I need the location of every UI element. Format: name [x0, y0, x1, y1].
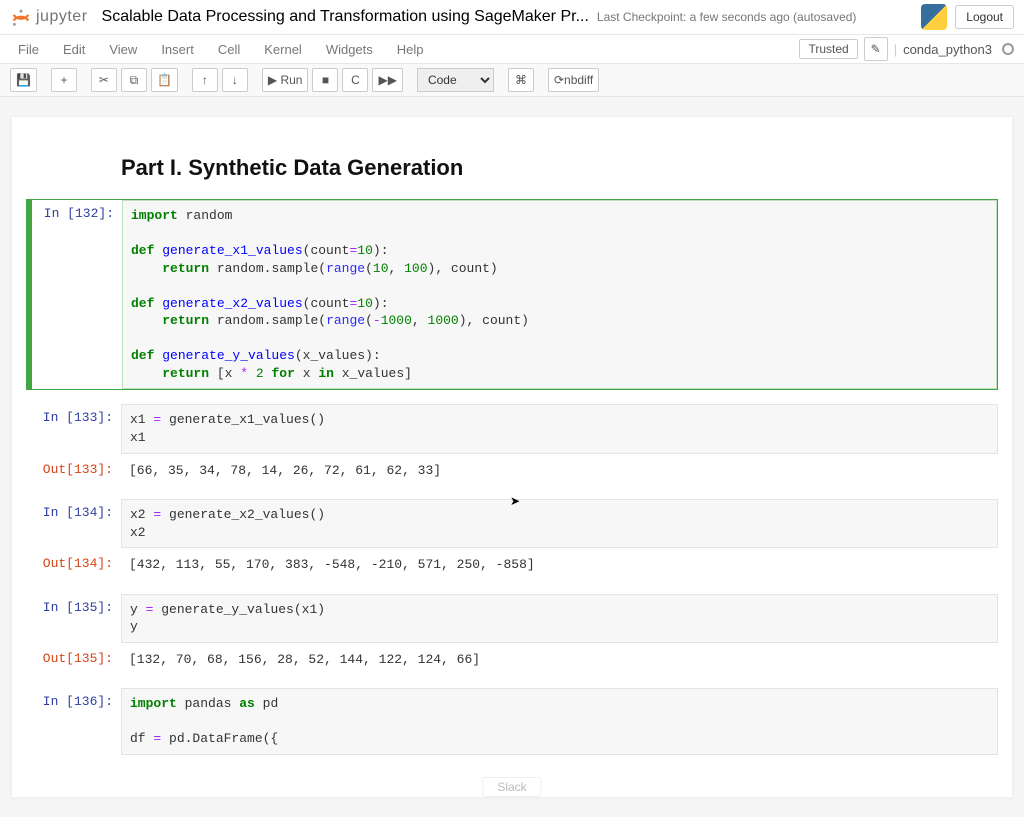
- output-cell: Out[135]:[132, 70, 68, 156, 28, 52, 144,…: [26, 645, 998, 675]
- header-bar: jupyter Scalable Data Processing and Tra…: [0, 0, 1024, 35]
- code-input[interactable]: x2 = generate_x2_values() x2: [121, 499, 998, 548]
- menu-cell[interactable]: Cell: [218, 42, 240, 57]
- code-input[interactable]: import random def generate_x1_values(cou…: [122, 200, 997, 389]
- move-up-button[interactable]: ↑: [192, 68, 218, 92]
- menu-insert[interactable]: Insert: [161, 42, 194, 57]
- output-text: [66, 35, 34, 78, 14, 26, 72, 61, 62, 33]: [121, 456, 998, 486]
- checkpoint-text: Last Checkpoint: a few seconds ago: [597, 10, 790, 24]
- trusted-badge[interactable]: Trusted: [799, 39, 857, 59]
- in-prompt: In [132]:: [32, 200, 122, 389]
- checkpoint-info: Last Checkpoint: a few seconds ago (auto…: [597, 10, 857, 24]
- code-cell[interactable]: In [136]:import pandas as pd df = pd.Dat…: [26, 688, 998, 755]
- header-right: Logout: [921, 4, 1014, 30]
- menu-edit[interactable]: Edit: [63, 42, 85, 57]
- jupyter-logo[interactable]: jupyter: [10, 6, 96, 28]
- output-cell: Out[134]:[432, 113, 55, 170, 383, -548, …: [26, 550, 998, 580]
- kernel-name[interactable]: conda_python3: [903, 42, 996, 57]
- save-button[interactable]: 💾: [10, 68, 37, 92]
- out-prompt: Out[135]:: [31, 645, 121, 675]
- in-prompt: In [136]:: [31, 688, 121, 755]
- notebook-title[interactable]: Scalable Data Processing and Transformat…: [102, 8, 589, 26]
- nbdiff-label: nbdiff: [564, 73, 593, 87]
- add-cell-button[interactable]: +: [51, 68, 77, 92]
- nbdiff-button[interactable]: ⟳ nbdiff: [548, 68, 599, 92]
- menu-help[interactable]: Help: [397, 42, 424, 57]
- markdown-heading: Part I. Synthetic Data Generation: [121, 155, 998, 181]
- menu-widgets[interactable]: Widgets: [326, 42, 373, 57]
- paste-button[interactable]: 📋: [151, 68, 178, 92]
- cut-button[interactable]: ✂: [91, 68, 117, 92]
- move-down-button[interactable]: ↓: [222, 68, 248, 92]
- restart-button[interactable]: C: [342, 68, 368, 92]
- menu-view[interactable]: View: [109, 42, 137, 57]
- in-prompt: In [135]:: [31, 594, 121, 643]
- jupyter-logo-text: jupyter: [36, 8, 88, 26]
- restart-run-all-button[interactable]: ▶▶: [372, 68, 402, 92]
- out-prompt: Out[134]:: [31, 550, 121, 580]
- menu-file[interactable]: File: [18, 42, 39, 57]
- in-prompt: In [134]:: [31, 499, 121, 548]
- slack-overlay: Slack: [482, 777, 541, 797]
- jupyter-icon: [10, 6, 32, 28]
- code-cell[interactable]: In [132]:import random def generate_x1_v…: [26, 199, 998, 390]
- edit-metadata-icon[interactable]: ✎: [864, 37, 888, 61]
- code-input[interactable]: x1 = generate_x1_values() x1: [121, 404, 998, 453]
- kernel-idle-icon: [1002, 43, 1014, 55]
- output-text: [432, 113, 55, 170, 383, -548, -210, 571…: [121, 550, 998, 580]
- python-icon: [921, 4, 947, 30]
- code-cell[interactable]: In [133]:x1 = generate_x1_values() x1: [26, 404, 998, 453]
- celltype-select[interactable]: Code: [417, 68, 494, 92]
- output-text: [132, 70, 68, 156, 28, 52, 144, 122, 124…: [121, 645, 998, 675]
- run-button[interactable]: ▶ Run: [262, 68, 309, 92]
- menubar: File Edit View Insert Cell Kernel Widget…: [0, 35, 1024, 64]
- command-palette-button[interactable]: ⌘: [508, 68, 534, 92]
- copy-button[interactable]: ⧉: [121, 68, 147, 92]
- code-input[interactable]: import pandas as pd df = pd.DataFrame({: [121, 688, 998, 755]
- out-prompt: Out[133]:: [31, 456, 121, 486]
- logout-button[interactable]: Logout: [955, 5, 1014, 29]
- menu-kernel[interactable]: Kernel: [264, 42, 302, 57]
- interrupt-button[interactable]: ■: [312, 68, 338, 92]
- notebook-container: Part I. Synthetic Data Generation In [13…: [0, 97, 1024, 817]
- output-cell: Out[133]:[66, 35, 34, 78, 14, 26, 72, 61…: [26, 456, 998, 486]
- code-cell[interactable]: In [134]:x2 = generate_x2_values() x2: [26, 499, 998, 548]
- menu-list: File Edit View Insert Cell Kernel Widget…: [10, 38, 432, 61]
- code-cell[interactable]: In [135]:y = generate_y_values(x1) y: [26, 594, 998, 643]
- in-prompt: In [133]:: [31, 404, 121, 453]
- autosaved-text: (autosaved): [793, 10, 856, 24]
- code-input[interactable]: y = generate_y_values(x1) y: [121, 594, 998, 643]
- toolbar: 💾 + ✂ ⧉ 📋 ↑ ↓ ▶ Run ■ C ▶▶ Code ⌘ ⟳ nbdi…: [0, 64, 1024, 97]
- menubar-right: Trusted ✎ | conda_python3: [799, 37, 1014, 61]
